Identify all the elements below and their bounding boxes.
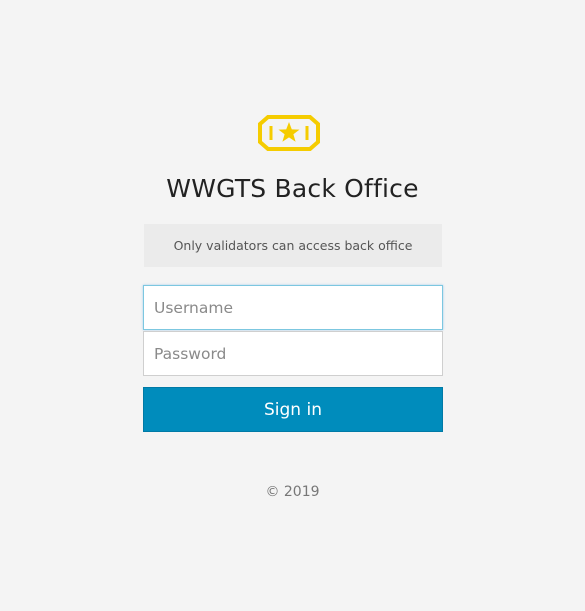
password-input[interactable] — [143, 331, 443, 376]
sign-in-button[interactable]: Sign in — [143, 387, 443, 432]
access-notice-text: Only validators can access back office — [173, 238, 413, 253]
access-notice: Only validators can access back office — [144, 224, 442, 267]
ticket-star-icon — [258, 113, 320, 153]
copyright-text: © 2019 — [265, 484, 320, 500]
page-title: WWGTS Back Office — [166, 174, 419, 203]
username-input[interactable] — [143, 285, 443, 330]
sign-in-label: Sign in — [264, 399, 322, 420]
